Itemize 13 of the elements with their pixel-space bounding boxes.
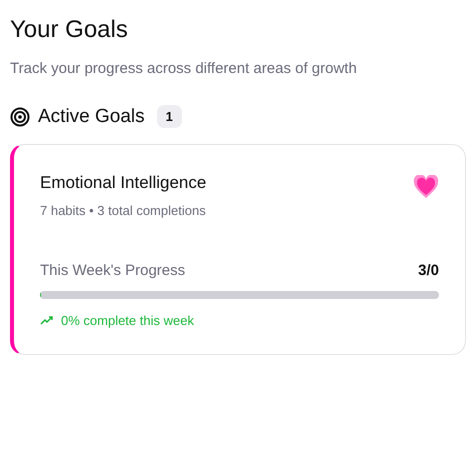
progress-value: 3/0 [418, 262, 439, 279]
count-badge: 1 [156, 105, 182, 128]
heart-icon [413, 175, 439, 199]
trend-up-icon [40, 316, 53, 325]
page-subtitle: Track your progress across different areas of growth [10, 60, 358, 77]
goal-card[interactable]: Emotional Intelligence 7 habits • 3 total completions This Week's Progress 3/0 0% complete this week [10, 144, 466, 355]
trend-text: 0% complete this week [61, 313, 194, 328]
progress-label: This Week's Progress [40, 262, 186, 279]
goal-meta: 7 habits • 3 total completions [40, 203, 206, 218]
target-icon [10, 106, 30, 126]
page-title: Your Goals [10, 15, 129, 45]
section-title: Active Goals [38, 106, 145, 128]
goal-name: Emotional Intelligence [40, 173, 206, 193]
